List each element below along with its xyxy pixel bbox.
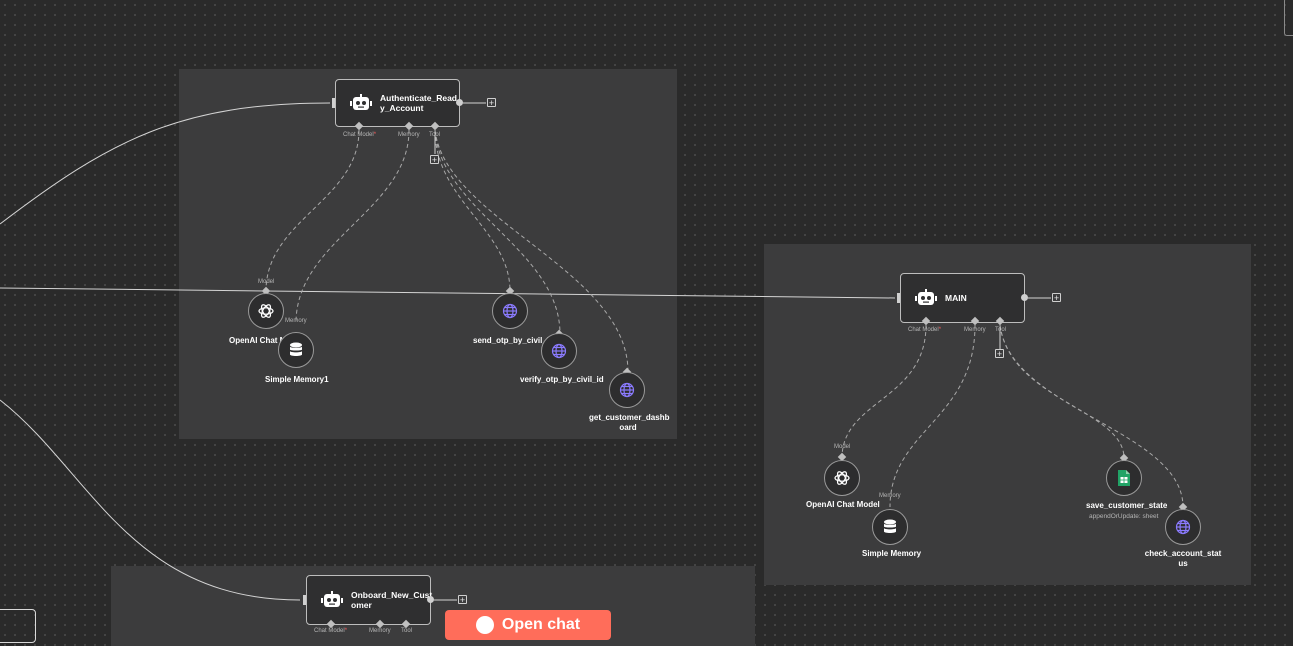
check-account-status-node[interactable] [1165,509,1201,545]
onboard-chat-model-label: Chat Model* [314,628,348,634]
chat-bubble-icon [475,616,494,634]
verify-otp-node[interactable] [541,333,577,369]
sheets-icon [1118,470,1130,486]
openai-2-port-label: Model [834,444,851,450]
main-agent-node[interactable]: MAIN [900,273,1025,323]
save-customer-state-node[interactable] [1106,460,1142,496]
onboard-node-title: Onboard_New_Cust omer [351,590,433,610]
send-otp-label: send_otp_by_civil_i [473,336,550,345]
onboard-tool-label: Tool [401,628,413,634]
simple-memory-1-node[interactable] [278,332,314,368]
main-add-next-button[interactable]: + [1052,293,1061,303]
openai-chat-model-2-label: OpenAI Chat Model [806,500,880,509]
main-node-title: MAIN [945,293,967,303]
openai-icon [834,471,850,485]
onboard-output-port[interactable] [427,596,434,603]
save-customer-state-label: save_customer_state [1086,501,1168,510]
globe-icon [502,303,518,319]
globe-icon [619,382,635,398]
authenticate-output-port[interactable] [456,99,463,106]
globe-icon [551,343,567,359]
authenticate-chat-model-label: Chat Model* [343,132,377,138]
open-chat-label: Open chat [501,616,581,633]
authenticate-add-tool-button[interactable]: + [430,155,439,165]
group-onboard [111,566,755,646]
simple-memory-2-label: Simple Memory [862,549,922,558]
authenticate-agent-node[interactable]: Authenticate_Read y_Account [335,79,460,127]
main-memory-label: Memory [964,327,986,333]
robot-icon [350,94,372,110]
get-customer-dashboard-label: get_customer_dashb oard [589,413,670,432]
authenticate-tool-label: Tool [429,132,441,138]
save-customer-state-sublabel: appendOrUpdate: sheet [1089,513,1159,520]
memory-2-port-label: Memory [879,493,901,499]
openai-1-port-label: Model [258,279,275,285]
authenticate-memory-label: Memory [398,132,420,138]
openai-icon [258,304,274,318]
onboard-add-next-button[interactable]: + [458,595,467,605]
robot-icon [321,591,343,607]
robot-icon [915,289,937,305]
onboard-memory-label: Memory [369,628,391,634]
main-tool-label: Tool [995,327,1007,333]
send-otp-node[interactable] [492,293,528,329]
bottom-left-control[interactable] [0,609,36,643]
check-account-status-label: check_account_stat us [1144,549,1222,568]
authenticate-node-title: Authenticate_Read y_Account [380,93,457,113]
main-output-port[interactable] [1021,294,1028,301]
main-chat-model-label: Chat Model* [908,327,942,333]
database-icon [884,519,896,533]
verify-otp-label: verify_otp_by_civil_id [520,375,604,384]
get-customer-dashboard-node[interactable] [609,372,645,408]
simple-memory-2-node[interactable] [872,509,908,545]
database-icon [290,342,302,356]
top-right-control[interactable] [1284,0,1293,36]
openai-chat-model-1-node[interactable] [248,293,284,329]
main-add-tool-button[interactable]: + [995,349,1004,359]
onboard-agent-node[interactable]: Onboard_New_Cust omer [306,575,433,625]
openai-chat-model-2-node[interactable] [824,460,860,496]
open-chat-button[interactable]: Open chat [445,610,611,640]
simple-memory-1-label: Simple Memory1 [265,375,329,384]
memory-1-port-label: Memory [285,318,307,324]
globe-icon [1175,519,1191,535]
authenticate-add-next-button[interactable]: + [487,98,496,108]
